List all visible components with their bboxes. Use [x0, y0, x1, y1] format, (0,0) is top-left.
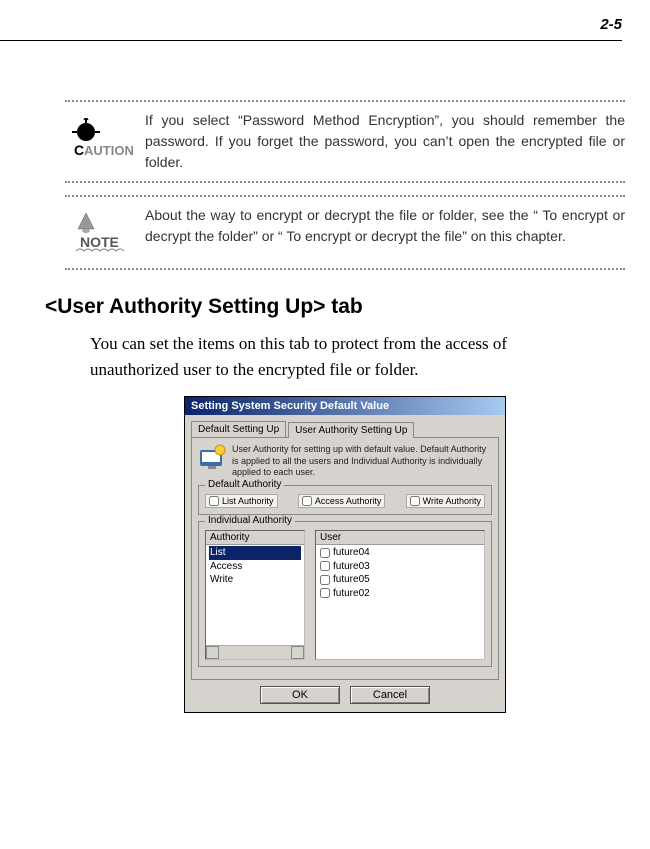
- svg-text:NOTE: NOTE: [80, 234, 119, 250]
- horizontal-scrollbar[interactable]: [206, 645, 304, 659]
- checkbox-list-authority[interactable]: List Authority: [205, 494, 278, 508]
- list-item[interactable]: Write: [209, 573, 301, 587]
- ok-button[interactable]: OK: [260, 686, 340, 704]
- list-item[interactable]: future04: [319, 546, 481, 560]
- checkbox-input[interactable]: [302, 496, 312, 506]
- user-listbox[interactable]: User future04 future03: [315, 530, 485, 660]
- section-heading: <User Authority Setting Up> tab: [45, 295, 625, 319]
- default-authority-legend: Default Authority: [205, 479, 284, 490]
- svg-text:AUTION: AUTION: [84, 143, 134, 158]
- list-item[interactable]: future02: [319, 587, 481, 601]
- caution-icon: C AUTION: [65, 110, 145, 165]
- user-label: future03: [333, 560, 370, 574]
- caution-text: If you select “Password Method Encryptio…: [145, 110, 625, 173]
- caution-callout: C AUTION If you select “Password Method …: [65, 100, 625, 183]
- list-item[interactable]: List: [209, 546, 301, 560]
- tab-panel: User Authority for setting up with defau…: [191, 437, 499, 680]
- note-callout: NOTE About the way to encrypt or decrypt…: [65, 195, 625, 270]
- user-label: future04: [333, 546, 370, 560]
- tab-user-authority-setting-up[interactable]: User Authority Setting Up: [288, 422, 414, 438]
- cancel-button[interactable]: Cancel: [350, 686, 430, 704]
- info-icon: [198, 444, 232, 479]
- authority-listbox[interactable]: Authority List Access Write: [205, 530, 305, 660]
- user-label: future02: [333, 587, 370, 601]
- user-header: User: [316, 531, 484, 545]
- checkbox-access-authority[interactable]: Access Authority: [298, 494, 386, 508]
- user-checkbox[interactable]: [320, 588, 330, 598]
- note-text: About the way to encrypt or decrypt the …: [145, 205, 625, 247]
- user-checkbox[interactable]: [320, 561, 330, 571]
- dialog-title: Setting System Security Default Value: [185, 397, 505, 415]
- checkbox-label: List Authority: [222, 496, 274, 506]
- checkbox-input[interactable]: [209, 496, 219, 506]
- default-authority-group: Default Authority List Authority Access …: [198, 485, 492, 515]
- dialog-info-text: User Authority for setting up with defau…: [232, 444, 492, 479]
- tab-default-setting-up[interactable]: Default Setting Up: [191, 421, 286, 437]
- page-number: 2-5: [600, 16, 622, 33]
- individual-authority-legend: Individual Authority: [205, 515, 295, 526]
- checkbox-input[interactable]: [410, 496, 420, 506]
- settings-dialog: Setting System Security Default Value De…: [184, 396, 506, 713]
- list-item[interactable]: Access: [209, 560, 301, 574]
- list-item[interactable]: future03: [319, 560, 481, 574]
- user-checkbox[interactable]: [320, 548, 330, 558]
- individual-authority-group: Individual Authority Authority List Acce…: [198, 521, 492, 667]
- checkbox-label: Write Authority: [423, 496, 481, 506]
- svg-text:C: C: [74, 142, 84, 158]
- header-rule: [0, 40, 622, 41]
- user-label: future05: [333, 573, 370, 587]
- user-checkbox[interactable]: [320, 575, 330, 585]
- checkbox-write-authority[interactable]: Write Authority: [406, 494, 485, 508]
- note-icon: NOTE: [65, 205, 145, 260]
- list-item[interactable]: future05: [319, 573, 481, 587]
- checkbox-label: Access Authority: [315, 496, 382, 506]
- authority-header: Authority: [206, 531, 304, 545]
- body-paragraph: You can set the items on this tab to pro…: [90, 331, 585, 382]
